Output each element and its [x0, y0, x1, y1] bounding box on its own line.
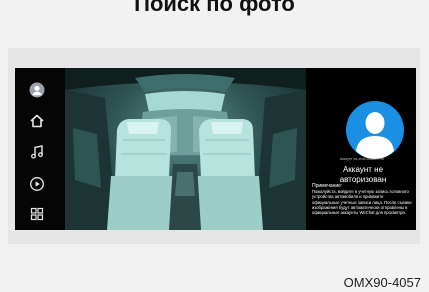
sidebar-item-apps[interactable]: [28, 205, 46, 223]
sidebar-item-play[interactable]: [28, 175, 46, 193]
account-panel: Аккаунт на этой машине не Аккаунт не авт…: [306, 68, 416, 230]
part-code: OMX90-4057: [343, 275, 421, 290]
car-interior-image: [65, 68, 306, 230]
sidebar-item-home[interactable]: [28, 112, 46, 130]
note-text: Пожалуйста, войдите в учетную запись гол…: [312, 189, 412, 216]
play-icon: [30, 177, 44, 191]
sidebar: [15, 68, 61, 230]
head-unit-screen: Аккаунт на этой машине не Аккаунт не авт…: [15, 68, 416, 230]
account-caption: Аккаунт на этой машине не: [339, 157, 385, 161]
page-title: Поиск по фото: [134, 0, 295, 16]
home-icon: [30, 114, 44, 128]
sidebar-item-profile[interactable]: [28, 81, 46, 99]
cabin-camera-view: [65, 68, 306, 230]
profile-icon: [29, 82, 45, 98]
avatar[interactable]: [346, 101, 404, 159]
apps-icon: [30, 207, 44, 221]
music-icon: [31, 145, 43, 159]
sidebar-item-music[interactable]: [28, 143, 46, 161]
user-silhouette-icon: [356, 112, 394, 159]
account-status: Аккаунт не авторизован: [339, 165, 387, 184]
